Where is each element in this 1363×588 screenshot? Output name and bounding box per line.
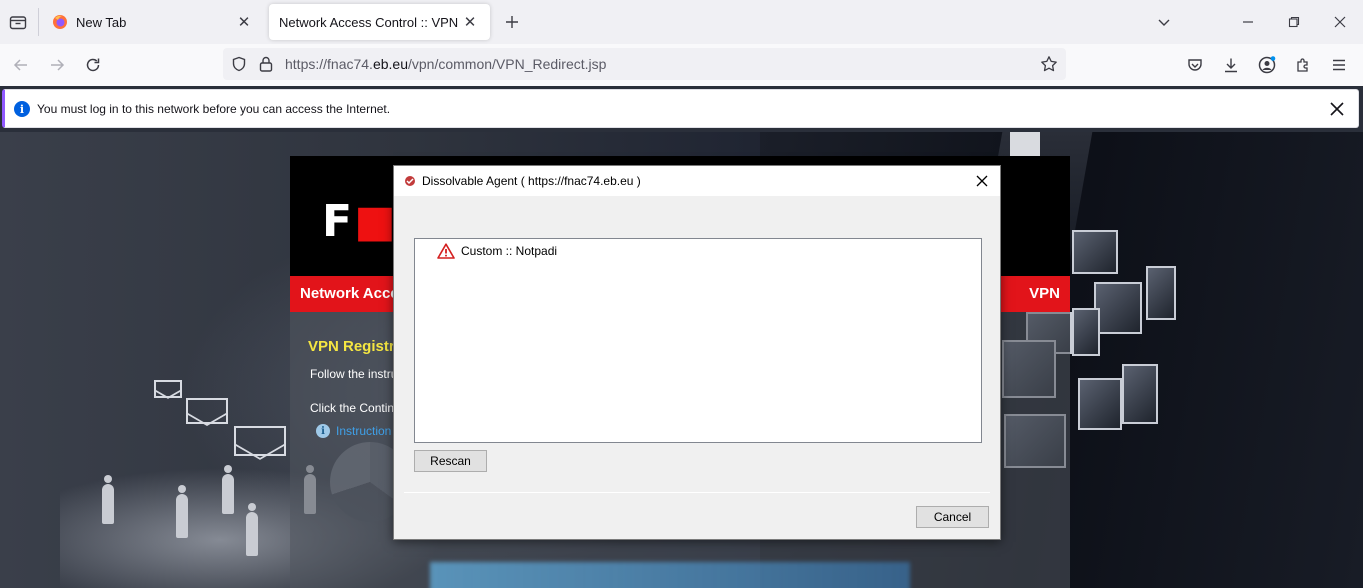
dialog-close-button[interactable] <box>970 170 994 192</box>
shield-icon[interactable] <box>231 56 247 72</box>
portal-header-title: Network Acce <box>300 285 399 302</box>
reload-button[interactable] <box>80 52 106 78</box>
arrow-right-icon <box>51 59 65 71</box>
tab-list-button[interactable] <box>6 10 30 34</box>
pocket-button[interactable] <box>1182 52 1208 78</box>
portal-header-vpn: VPN <box>1029 285 1060 302</box>
list-item[interactable]: Custom :: Notpadi <box>437 242 557 260</box>
account-icon <box>1258 56 1276 74</box>
instructions-link[interactable]: i Instruction <box>316 424 391 438</box>
tab-strip: New Tab ✕ Network Access Control :: VPN … <box>0 0 1363 44</box>
rescan-button[interactable]: Rescan <box>414 450 487 472</box>
url-path: /vpn/common/VPN_Redirect.jsp <box>408 56 607 72</box>
minimize-button[interactable] <box>1236 10 1260 34</box>
url-host: eb.eu <box>372 56 408 72</box>
arrow-left-icon <box>13 59 27 71</box>
url-bar[interactable]: https://fnac74.eb.eu/vpn/common/VPN_Redi… <box>223 48 1066 80</box>
close-tab-icon[interactable]: ✕ <box>234 12 254 32</box>
person-figure <box>102 475 114 524</box>
notification-message: You must log in to this network before y… <box>37 102 391 116</box>
person-figure <box>222 465 234 514</box>
warning-icon <box>437 243 455 259</box>
close-notification-button[interactable] <box>1326 98 1348 120</box>
lock-icon[interactable] <box>259 56 273 72</box>
chevron-down-icon <box>1158 19 1170 26</box>
photo-tile <box>1072 230 1118 274</box>
tab-separator <box>38 8 39 36</box>
portal-continue-text: Click the Contin <box>310 401 395 415</box>
firefox-icon <box>53 15 67 29</box>
dissolvable-agent-dialog: Dissolvable Agent ( https://fnac74.eb.eu… <box>393 165 1001 540</box>
account-button[interactable] <box>1254 52 1280 78</box>
download-icon <box>1225 58 1237 73</box>
envelope-icon <box>234 426 286 456</box>
forward-button[interactable] <box>44 52 70 78</box>
navigation-toolbar: https://fnac74.eb.eu/vpn/common/VPN_Redi… <box>0 44 1363 86</box>
back-button[interactable] <box>8 52 34 78</box>
star-icon[interactable] <box>1040 55 1058 73</box>
extensions-button[interactable] <box>1290 52 1316 78</box>
list-item-label: Custom :: Notpadi <box>461 244 558 258</box>
agent-app-icon <box>405 176 415 186</box>
tab-label: Network Access Control :: VPN <box>279 14 459 30</box>
reload-icon <box>86 58 100 72</box>
info-icon: i <box>14 101 30 117</box>
info-icon: i <box>316 424 330 438</box>
cancel-button[interactable]: Cancel <box>916 506 989 528</box>
dialog-titlebar: Dissolvable Agent ( https://fnac74.eb.eu… <box>394 166 1000 196</box>
envelope-icon <box>154 380 182 398</box>
envelope-icon <box>186 398 228 424</box>
logo-red-block: ■ <box>354 196 398 247</box>
close-icon <box>1330 102 1344 116</box>
dialog-title: Dissolvable Agent ( https://fnac74.eb.eu… <box>422 174 641 188</box>
url-prefix: https://fnac74. <box>285 56 373 72</box>
photo-tile <box>1072 308 1100 356</box>
portal-section-title: VPN Registr <box>308 338 395 355</box>
restore-icon <box>1288 16 1300 28</box>
close-tab-icon[interactable]: ✕ <box>460 12 480 32</box>
close-icon <box>976 175 988 187</box>
tab-network-access-control[interactable]: Network Access Control :: VPN ✕ <box>269 4 490 40</box>
new-tab-button[interactable] <box>500 10 524 34</box>
screen-glow <box>430 562 910 588</box>
list-all-tabs-button[interactable] <box>1152 10 1176 34</box>
portal-instructions-text: Follow the instru <box>310 367 398 381</box>
tab-new-tab[interactable]: New Tab ✕ <box>42 4 264 40</box>
url-text[interactable]: https://fnac74.eb.eu/vpn/common/VPN_Redi… <box>285 56 606 72</box>
photo-tile <box>1122 364 1158 424</box>
restore-button[interactable] <box>1282 10 1306 34</box>
scan-results-list[interactable]: Custom :: Notpadi <box>414 238 982 443</box>
photo-tile <box>1146 266 1176 320</box>
person-figure <box>176 485 188 538</box>
downloads-button[interactable] <box>1218 52 1244 78</box>
person-figure <box>246 503 258 556</box>
tab-label: New Tab <box>76 14 127 30</box>
close-icon <box>1334 16 1346 28</box>
minimize-icon <box>1243 21 1253 23</box>
plus-icon <box>506 16 518 28</box>
puzzle-icon <box>1297 58 1308 72</box>
tab-list-icon <box>9 16 27 30</box>
pocket-icon <box>1188 59 1202 71</box>
photo-tile <box>1094 282 1142 334</box>
fortinet-logo: F■ <box>322 196 398 247</box>
dialog-separator <box>404 492 990 493</box>
instructions-link-label: Instruction <box>336 424 392 438</box>
hamburger-icon <box>1333 59 1345 71</box>
close-window-button[interactable] <box>1328 10 1352 34</box>
captive-portal-notification: i You must log in to this network before… <box>2 89 1359 128</box>
menu-button[interactable] <box>1326 52 1352 78</box>
photo-tile <box>1078 378 1122 430</box>
